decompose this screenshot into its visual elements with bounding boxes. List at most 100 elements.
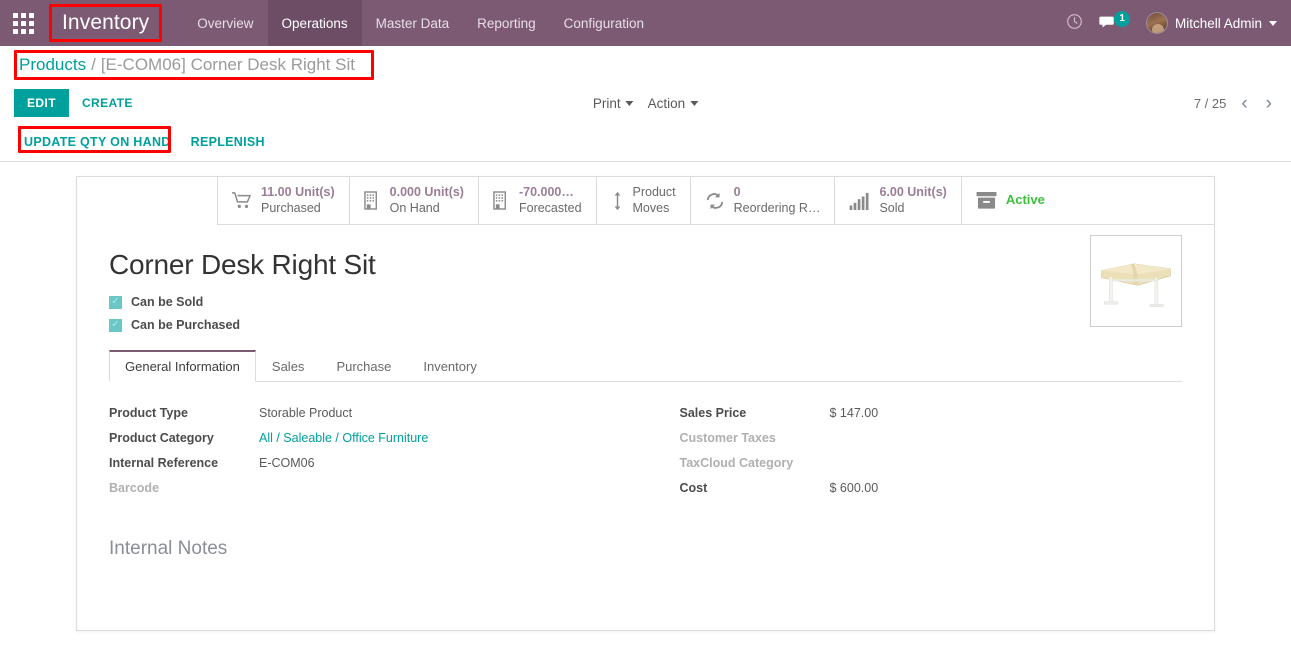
warehouse-icon (363, 191, 381, 210)
field-label: Product Category (109, 431, 214, 445)
stat-text: 0.000 Unit(s) On Hand (390, 185, 464, 216)
tab-general-information[interactable]: General Information (109, 350, 256, 382)
tab-purchase[interactable]: Purchase (320, 350, 407, 382)
nav-item-configuration[interactable]: Configuration (550, 0, 658, 46)
app-brand-title[interactable]: Inventory (54, 9, 157, 37)
shopping-cart-icon (232, 191, 252, 210)
stat-button-forecasted[interactable]: -70.000… Forecasted (477, 177, 596, 224)
nav-item-overview[interactable]: Overview (183, 0, 267, 46)
field-label: Sales Price (679, 406, 747, 420)
field-value[interactable]: $ 600.00 (830, 481, 879, 495)
refresh-icon (705, 192, 725, 210)
messages-badge: 1 (1114, 10, 1130, 27)
form-columns: Product Type Storable Product Product Ca… (109, 382, 1182, 506)
chevron-down-icon (690, 100, 699, 106)
page-title: Corner Desk Right Sit (109, 249, 376, 280)
stat-text: -70.000… Forecasted (519, 185, 582, 216)
replenish-button[interactable]: REPLENISH (181, 129, 275, 155)
field-value[interactable]: Storable Product (259, 406, 352, 420)
stat-button-bar: 11.00 Unit(s) Purchased 0.000 Unit(s) On… (217, 177, 1214, 225)
user-menu[interactable]: Mitchell Admin (1138, 12, 1277, 34)
update-qty-on-hand-button[interactable]: UPDATE QTY ON HAND (14, 129, 181, 155)
field-label: Internal Reference (109, 456, 219, 470)
product-image[interactable] (1090, 235, 1182, 327)
top-navbar: Inventory Overview Operations Master Dat… (0, 0, 1291, 46)
apps-grid-icon (12, 12, 34, 34)
field-label: Cost (679, 481, 708, 495)
stat-text: Product Moves (633, 185, 676, 216)
avatar (1145, 12, 1168, 34)
action-label: Action (647, 95, 686, 111)
field-value[interactable]: All / Saleable / Office Furniture (259, 431, 428, 445)
stat-button-product-moves[interactable]: Product Moves (595, 177, 690, 224)
field-taxcloud-category: TaxCloud Category (680, 456, 1183, 470)
stat-button-purchased[interactable]: 11.00 Unit(s) Purchased (217, 177, 349, 224)
field-customer-taxes: Customer Taxes (680, 431, 1183, 445)
app-brand-wrapper: Inventory (46, 0, 165, 46)
field-value[interactable]: $ 147.00 (830, 406, 879, 420)
internal-notes-placeholder[interactable]: Internal Notes (109, 538, 1182, 560)
arrows-vertical-icon (611, 191, 624, 211)
stat-value: Product (632, 184, 676, 199)
stat-value: 11.00 Unit(s) (261, 184, 335, 199)
stat-label: On Hand (389, 200, 440, 215)
clock-icon (1066, 13, 1083, 33)
user-name-label: Mitchell Admin (1174, 15, 1262, 31)
form-sheet-outer: 11.00 Unit(s) Purchased 0.000 Unit(s) On… (0, 162, 1291, 631)
breadcrumb-row: Products / [E-COM06] Corner Desk Right S… (0, 46, 1291, 84)
stat-button-active-status[interactable]: Active (960, 177, 1059, 224)
field-cost: Cost $ 600.00 (680, 481, 1183, 495)
stat-value: 0 (733, 184, 741, 199)
stat-button-on-hand[interactable]: 0.000 Unit(s) On Hand (348, 177, 478, 224)
field-product-category: Product Category All / Saleable / Office… (109, 431, 646, 445)
stat-value: -70.000… (518, 184, 574, 199)
stat-text: Active (1006, 192, 1045, 208)
apps-menu-button[interactable] (0, 0, 46, 46)
print-label: Print (592, 95, 621, 111)
pager-counter[interactable]: 7 / 25 (1194, 96, 1227, 111)
control-panel-dropdowns: Print Action (593, 96, 699, 111)
chevron-left-icon[interactable]: ‹ (1238, 94, 1250, 113)
form-column-right: Sales Price $ 147.00 Customer Taxes TaxC… (646, 406, 1183, 506)
tab-inventory[interactable]: Inventory (407, 350, 492, 382)
nav-item-reporting[interactable]: Reporting (463, 0, 550, 46)
can-be-purchased-checkbox[interactable]: ✓ (109, 318, 122, 332)
messages-button[interactable]: 1 (1093, 10, 1136, 34)
nav-item-master-data[interactable]: Master Data (362, 0, 464, 46)
checkbox-row-can-be-purchased: ✓ Can be Purchased (109, 318, 1182, 332)
edit-button[interactable]: EDIT (14, 89, 69, 117)
navbar-right-tools: 1 Mitchell Admin (1057, 0, 1291, 46)
action-dropdown[interactable]: Action (648, 96, 699, 111)
bar-chart-icon (849, 192, 870, 210)
archive-box-icon (976, 191, 997, 210)
activity-clock-button[interactable] (1057, 0, 1091, 46)
breadcrumb-root-link[interactable]: Products (19, 55, 86, 75)
stat-label: Moves (632, 200, 670, 215)
field-barcode: Barcode (109, 481, 646, 495)
stat-label: Sold (879, 200, 905, 215)
field-value[interactable]: E-COM06 (259, 456, 315, 470)
tab-sales[interactable]: Sales (256, 350, 321, 382)
field-label: Barcode (109, 481, 160, 495)
field-sales-price: Sales Price $ 147.00 (680, 406, 1183, 420)
main-menu: Overview Operations Master Data Reportin… (183, 0, 658, 46)
breadcrumb: Products / [E-COM06] Corner Desk Right S… (14, 54, 360, 76)
can-be-sold-checkbox[interactable]: ✓ (109, 295, 122, 309)
warehouse-icon (493, 191, 510, 210)
stat-button-reordering-rules[interactable]: 0 Reordering R… (689, 177, 835, 224)
control-panel-row: EDIT CREATE Print Action 7 / 25 ‹ › (0, 84, 1291, 122)
create-button[interactable]: CREATE (69, 89, 146, 117)
can-be-sold-label: Can be Sold (131, 295, 204, 309)
chevron-right-icon[interactable]: › (1263, 94, 1275, 113)
nav-item-operations[interactable]: Operations (267, 0, 362, 46)
stat-label: Reordering R… (733, 200, 821, 215)
form-sheet-body: Corner Desk Right Sit ✓ Can be Sold ✓ Ca… (77, 225, 1214, 630)
stat-value: 0.000 Unit(s) (389, 184, 464, 199)
record-action-buttons-row: UPDATE QTY ON HAND REPLENISH (0, 122, 1291, 162)
print-dropdown[interactable]: Print (593, 96, 634, 111)
form-column-left: Product Type Storable Product Product Ca… (109, 406, 646, 506)
stat-button-sold[interactable]: 6.00 Unit(s) Sold (834, 177, 960, 224)
field-product-type: Product Type Storable Product (109, 406, 646, 420)
pager: 7 / 25 ‹ › (1194, 94, 1291, 113)
breadcrumb-current: [E-COM06] Corner Desk Right Sit (100, 55, 355, 74)
